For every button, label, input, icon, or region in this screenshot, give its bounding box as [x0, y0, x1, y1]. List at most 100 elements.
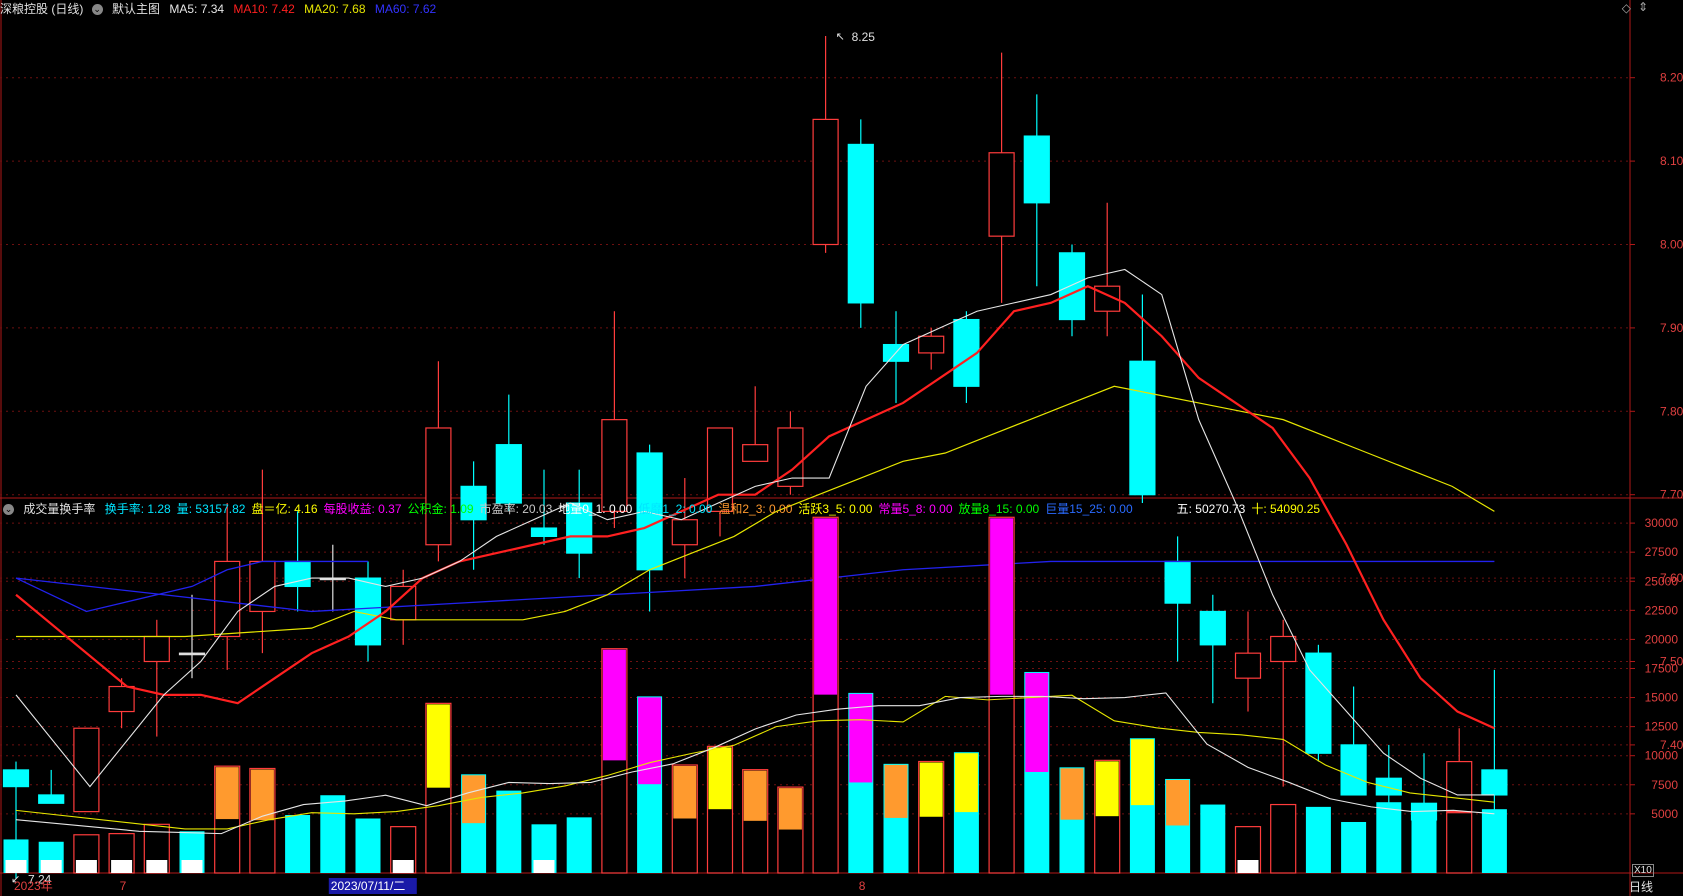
candle-body	[1340, 744, 1367, 796]
ma20-value: MA20: 7.68	[304, 2, 366, 16]
candle-body	[530, 527, 558, 537]
volume-header: ⌄ 成交量换手率 换手率: 1.28 量: 53157.82 盘＝亿: 4.16 每股…	[0, 500, 1326, 517]
candle-body	[425, 427, 452, 546]
candle-body	[671, 519, 698, 546]
candle-body	[1058, 252, 1086, 321]
volume-tick-label: 30000	[1645, 516, 1679, 530]
volume-tick-label: 27500	[1645, 545, 1679, 559]
turnover-segment	[250, 769, 274, 821]
candle-body	[73, 727, 100, 813]
turnover-segment	[743, 770, 767, 821]
volume-bar	[1305, 806, 1331, 873]
price-tick-label: 8.20	[1660, 71, 1683, 85]
price-tick-label: 7.90	[1660, 321, 1683, 335]
volume-bar	[1446, 812, 1473, 874]
settings-icon[interactable]: ⌄	[91, 4, 103, 16]
candle-body	[1164, 560, 1191, 604]
volume-stat-11: 放量8_15: 0.00	[958, 502, 1040, 516]
main-chart-header: 深粮控股 (日线) ⌄ 默认主图 MA5: 7.34 MA10: 7.42 MA…	[0, 0, 442, 17]
volume-tick-label: 17500	[1645, 661, 1679, 675]
candle-body	[38, 794, 65, 804]
volume-bar	[1376, 802, 1402, 873]
candle-body	[178, 652, 206, 656]
volume-tick-label: 10000	[1645, 749, 1679, 763]
turnover-segment	[990, 518, 1014, 695]
volume-bar	[320, 795, 346, 873]
candle-body	[847, 143, 874, 304]
candle-body	[742, 444, 769, 462]
volume-stat-2: 盘＝亿: 4.16	[251, 502, 318, 516]
volume-stat-10: 常量5_8: 0.00	[878, 502, 953, 516]
volume-tick-label: 12500	[1645, 720, 1679, 734]
turnover-segment	[919, 762, 943, 817]
low-turnover-marker	[392, 860, 414, 873]
volume-stat-5: 市盈率: 20.03	[479, 502, 553, 516]
diamond-icon[interactable]: ◇	[1622, 1, 1631, 15]
turnover-segment	[708, 747, 732, 810]
candle-body	[601, 419, 628, 512]
low-turnover-marker	[146, 860, 168, 873]
candle-body	[249, 560, 276, 613]
candle-body	[1129, 360, 1156, 496]
volume-stat-12: 巨量15_25: 0.00	[1045, 502, 1133, 516]
date-label-1: 7	[120, 879, 127, 893]
expand-icon[interactable]: ⇕	[1638, 0, 1648, 14]
candle-body	[284, 560, 311, 588]
volume-stat-3: 每股收益: 0.37	[323, 502, 402, 516]
period-label[interactable]: 日线	[1629, 878, 1653, 895]
volume-stat-14: 十: 54090.25	[1251, 502, 1321, 516]
candle-body	[1375, 777, 1402, 796]
candle-body	[1481, 769, 1508, 796]
volume-stat-1: 量: 53157.82	[176, 502, 246, 516]
candle-body	[1234, 652, 1262, 679]
main-chart-label[interactable]: 默认主图	[112, 2, 160, 16]
volume-bar	[496, 790, 522, 873]
turnover-segment	[1095, 761, 1119, 817]
volume-settings-icon[interactable]: ⌄	[3, 504, 14, 516]
turnover-segment	[673, 766, 697, 819]
ma10-value: MA10: 7.42	[233, 2, 295, 16]
volume-stat-4: 公积金: 1.09	[407, 502, 474, 516]
volume-tick-label: 25000	[1645, 574, 1679, 588]
volume-stat-7: 低靡1_2: 0.00	[638, 502, 713, 516]
turnover-segment	[884, 764, 908, 818]
volume-tick-label: 22500	[1645, 603, 1679, 617]
volume-bar	[1200, 804, 1226, 873]
price-tick-label: 8.00	[1660, 238, 1683, 252]
volume-stat-6: 地量0_1: 0.00	[558, 502, 633, 516]
volume-stat-9: 活跃3_5: 0.00	[798, 502, 873, 516]
high-arrow: ↖	[836, 31, 845, 43]
candle-body	[495, 444, 522, 504]
date-label-3: 8	[859, 879, 866, 893]
price-tick-label: 7.70	[1660, 488, 1683, 502]
low-turnover-marker	[111, 860, 133, 873]
volume-tick-label: 15000	[1645, 691, 1679, 705]
ma60-value: MA60: 7.62	[374, 2, 437, 16]
candle-body	[988, 152, 1015, 237]
low-turnover-marker	[1237, 860, 1259, 873]
candle-body	[1270, 635, 1297, 663]
volume-stat-13: 五: 50270.73	[1176, 502, 1246, 516]
volume-title: 成交量换手率	[23, 502, 96, 516]
turnover-segment	[426, 704, 450, 788]
turnover-segment	[1060, 768, 1084, 820]
turnover-segment	[778, 788, 802, 830]
volume-bar	[1270, 803, 1297, 874]
volume-bar	[285, 815, 311, 873]
volume-tick-label: 5000	[1651, 807, 1678, 821]
volume-bar	[355, 818, 381, 873]
candle-body	[354, 577, 382, 646]
volume-stat-8: 温和2_3: 0.00	[718, 502, 793, 516]
volume-stat-0: 换手率: 1.28	[104, 502, 171, 516]
low-turnover-marker	[40, 860, 62, 873]
price-tick-label: 7.80	[1660, 404, 1683, 418]
volume-bar	[566, 817, 592, 873]
candle-body	[1305, 652, 1332, 754]
price-tick-label: 8.10	[1660, 154, 1683, 168]
ma5-line	[15, 268, 1495, 796]
candle-body	[2, 769, 30, 788]
candle-body	[108, 685, 135, 713]
x10-badge[interactable]: X10	[1632, 864, 1654, 877]
volume-tick-label: 7500	[1651, 778, 1678, 792]
turnover-segment	[638, 697, 662, 785]
